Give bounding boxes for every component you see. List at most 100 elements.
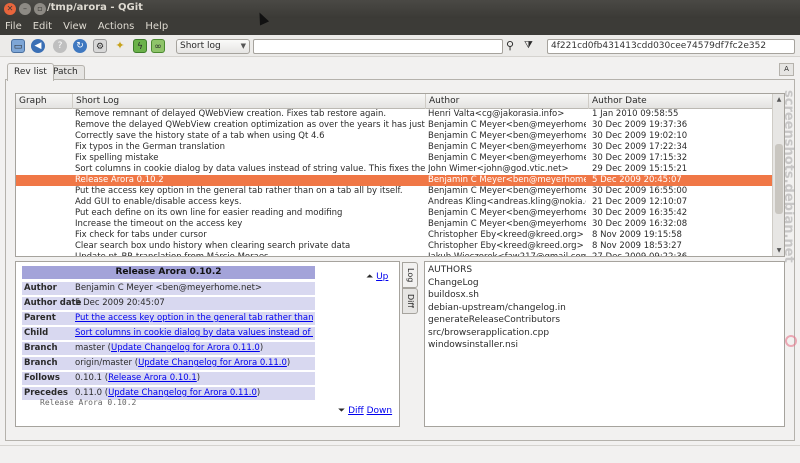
- detail-key: Branch: [24, 343, 58, 353]
- author-date-cell: 30 Dec 2009 17:22:34: [592, 142, 688, 152]
- detail-value-link[interactable]: Update Changelog for Arora 0.11.0: [111, 343, 260, 353]
- revision-row[interactable]: Put the access key option in the general…: [16, 186, 773, 197]
- column-header-graph[interactable]: Graph: [16, 94, 73, 109]
- author-cell: Benjamin C Meyer<ben@meyerhome.net>: [428, 153, 586, 163]
- detail-value-prefix: 0.11.0 (: [75, 388, 109, 398]
- magic-wand-icon[interactable]: ✦: [113, 39, 127, 53]
- font-icon[interactable]: A: [779, 63, 794, 76]
- menu-help[interactable]: Help: [145, 18, 168, 35]
- filter-icon[interactable]: ⧩: [524, 40, 533, 51]
- revision-row[interactable]: Remove the delayed QWebView creation opt…: [16, 120, 773, 131]
- detail-key: Author: [24, 283, 57, 293]
- lightning-icon[interactable]: ϟ: [133, 39, 147, 53]
- short-log-cell: Correctly save the history state of a ta…: [75, 131, 325, 141]
- revision-row[interactable]: Correctly save the history state of a ta…: [16, 131, 773, 142]
- pin-icon[interactable]: ⚲: [506, 39, 514, 52]
- help-icon[interactable]: ?: [53, 39, 67, 53]
- revision-row[interactable]: Fix check for tabs under cursor Christoph…: [16, 230, 773, 241]
- side-tab-diff[interactable]: Diff: [402, 288, 418, 314]
- detail-value-link[interactable]: Sort columns in cookie dialog by data va…: [75, 328, 313, 338]
- open-folder-icon[interactable]: ▭: [11, 39, 25, 53]
- author-date-cell: 30 Dec 2009 19:37:36: [592, 120, 688, 130]
- author-cell: Benjamin C Meyer<ben@meyerhome.net>: [428, 120, 586, 130]
- settings-icon[interactable]: ⚙: [93, 39, 107, 53]
- author-cell: Jakub Wieczorek<faw217@gmail.com>: [428, 252, 586, 257]
- back-icon[interactable]: ◀: [31, 39, 45, 53]
- file-item[interactable]: AUTHORS: [428, 264, 781, 277]
- diff-icon: ⏷: [338, 406, 346, 416]
- link-icon[interactable]: ∞: [151, 39, 165, 53]
- window-controls: ✕ – ▫: [4, 3, 46, 15]
- short-log-cell: Put each define on its own line for easi…: [75, 208, 343, 218]
- author-cell: John Wimer<john@god.vtic.net>: [428, 164, 569, 174]
- detail-value-link[interactable]: Release Arora 0.10.1: [108, 373, 197, 383]
- watermark: screenshots.debian.net: [781, 90, 798, 360]
- short-log-cell: Release Arora 0.10.2: [75, 175, 164, 185]
- menu-view[interactable]: View: [63, 18, 87, 35]
- revision-row[interactable]: Sort columns in cookie dialog by data va…: [16, 164, 773, 175]
- file-item[interactable]: src/browserapplication.cpp: [428, 327, 781, 340]
- file-item[interactable]: ChangeLog: [428, 277, 781, 290]
- tab-rev-list[interactable]: Rev list: [7, 63, 54, 81]
- minimize-window-button[interactable]: –: [19, 3, 31, 15]
- author-date-cell: 30 Dec 2009 16:32:08: [592, 219, 688, 229]
- detail-value-link[interactable]: Update Changelog for Arora 0.11.0: [108, 388, 257, 398]
- file-item[interactable]: windowsinstaller.nsi: [428, 339, 781, 352]
- author-cell: Benjamin C Meyer<ben@meyerhome....: [428, 175, 586, 185]
- menu-file[interactable]: File: [5, 18, 22, 35]
- author-date-cell: 8 Nov 2009 19:15:58: [592, 230, 682, 240]
- author-cell: Christopher Eby<kreed@kreed.org>: [428, 241, 584, 251]
- commit-detail-row: Author Benjamin C Meyer <ben@meyerhome.ne…: [22, 282, 315, 295]
- menu-actions[interactable]: Actions: [98, 18, 135, 35]
- menu-edit[interactable]: Edit: [33, 18, 52, 35]
- refresh-icon[interactable]: ↻: [73, 39, 87, 53]
- author-date-cell: 29 Dec 2009 15:15:21: [592, 164, 688, 174]
- diff-link[interactable]: Diff: [348, 406, 364, 416]
- side-tab-log[interactable]: Log: [402, 262, 418, 288]
- revision-rows: Remove remnant of delayed QWebView creat…: [16, 109, 773, 257]
- revision-row[interactable]: Fix typos in the German translation Benja…: [16, 142, 773, 153]
- detail-value-suffix: ): [286, 358, 291, 368]
- detail-key: Parent: [24, 313, 56, 323]
- author-cell: Andreas Kling<andreas.kling@nokia.co...: [428, 197, 586, 207]
- detail-key: Child: [24, 328, 49, 338]
- revision-row[interactable]: Update pt_BR translation from Márcio Mor…: [16, 252, 773, 257]
- maximize-window-button[interactable]: ▫: [34, 3, 46, 15]
- detail-value-link[interactable]: Update Changelog for Arora 0.11.0: [138, 358, 287, 368]
- commit-message: Release Arora 0.10.2: [40, 398, 137, 407]
- menu-bar: File Edit View Actions Help: [0, 18, 800, 35]
- file-item[interactable]: debian-upstream/changelog.in: [428, 302, 781, 315]
- revision-row[interactable]: Increase the timeout on the access key Be…: [16, 219, 773, 230]
- author-date-cell: 1 Jan 2010 09:58:55: [592, 109, 679, 119]
- detail-value-container: 0.10.1 (Release Arora 0.10.1): [75, 372, 313, 385]
- up-link-label[interactable]: Up: [376, 272, 388, 282]
- author-date-cell: 30 Dec 2009 19:02:10: [592, 131, 688, 141]
- commit-detail-row: Follows 0.10.1 (Release Arora 0.10.1): [22, 372, 315, 385]
- revision-row[interactable]: Add GUI to enable/disable access keys. An…: [16, 197, 773, 208]
- sha-input[interactable]: 4f221cd0fb431413cdd030cee74579df7fc2e352: [547, 39, 795, 54]
- commit-title: Release Arora 0.10.2: [22, 266, 315, 279]
- file-item[interactable]: generateReleaseContributors: [428, 314, 781, 327]
- revision-row[interactable]: Release Arora 0.10.2 Benjamin C Meyer<ben…: [16, 175, 773, 186]
- short-log-cell: Fix typos in the German translation: [75, 142, 225, 152]
- close-window-button[interactable]: ✕: [4, 3, 16, 15]
- detail-value-link[interactable]: Put the access key option in the general…: [75, 313, 313, 323]
- up-link[interactable]: ⏶ Up: [366, 272, 388, 282]
- filter-type-value: Short log: [180, 41, 221, 51]
- short-log-cell: Remove the delayed QWebView creation opt…: [75, 120, 425, 130]
- column-header-author[interactable]: Author: [426, 94, 589, 109]
- detail-value: 5 Dec 2009 20:45:07: [75, 298, 165, 308]
- revision-row[interactable]: Clear search box undo history when clear…: [16, 241, 773, 252]
- revision-row[interactable]: Put each define on its own line for easi…: [16, 208, 773, 219]
- column-header-short-log[interactable]: Short Log: [73, 94, 426, 109]
- revision-row[interactable]: Fix spelling mistake Benjamin C Meyer<ben…: [16, 153, 773, 164]
- column-header-author-date[interactable]: Author Date: [589, 94, 773, 109]
- detail-key: Author date: [24, 298, 82, 308]
- filter-input[interactable]: [253, 39, 503, 54]
- down-link[interactable]: Down: [367, 406, 393, 416]
- watermark-logo-icon: [785, 335, 797, 347]
- author-cell: Benjamin C Meyer<ben@meyerhome.net>: [428, 186, 586, 196]
- file-item[interactable]: buildosx.sh: [428, 289, 781, 302]
- filter-type-select[interactable]: Short log ▼: [176, 39, 250, 54]
- revision-row[interactable]: Remove remnant of delayed QWebView creat…: [16, 109, 773, 120]
